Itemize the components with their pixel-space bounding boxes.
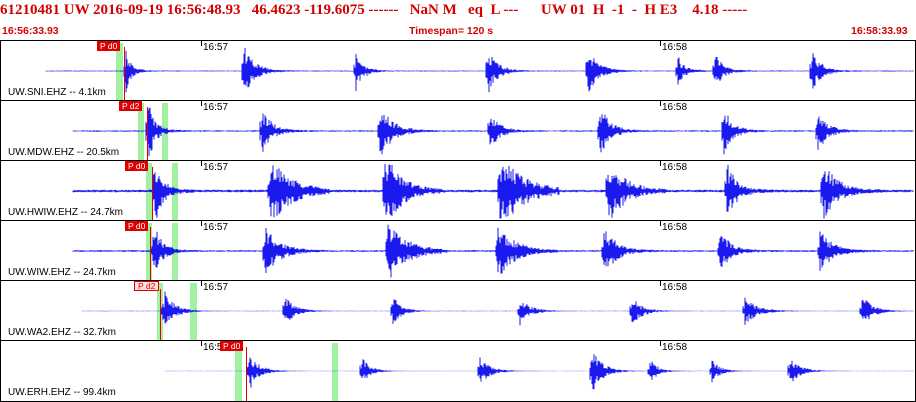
station-label: UW.HWIW.EHZ -- 24.7km	[8, 207, 123, 218]
station-label: UW.SNI.EHZ -- 4.1km	[8, 87, 106, 98]
waveform-path	[72, 164, 914, 219]
p-pick-line[interactable]	[124, 47, 125, 101]
time-tick	[660, 41, 661, 46]
time-tick-label: 16:58	[662, 42, 688, 53]
p-pick-flag[interactable]: P d0	[125, 221, 149, 231]
trace-panel[interactable]: 16:57 16:58 P d0 UW.SNI.EHZ -- 4.1km	[0, 40, 916, 101]
time-tick	[201, 161, 202, 166]
time-tick-label: 16:57	[203, 102, 229, 113]
p-pick-line[interactable]	[160, 289, 161, 341]
time-tick-label: 16:57	[203, 222, 229, 233]
end-time: 16:58:33.93	[851, 25, 908, 37]
p-pick-line[interactable]	[152, 167, 153, 221]
time-tick	[660, 341, 661, 346]
waveform-path	[45, 48, 914, 93]
waveform-trace[interactable]	[0, 341, 916, 401]
time-tick-label: 16:58	[662, 222, 688, 233]
waveform-path	[81, 291, 914, 326]
p-pick-line[interactable]	[150, 227, 151, 281]
event-summary: 61210481 UW 2016-09-19 16:56:48.93 46.46…	[0, 2, 748, 18]
station-label: UW.ERH.EHZ -- 99.4km	[8, 387, 116, 398]
start-time: 16:56:33.93	[2, 25, 59, 37]
p-pick-flag[interactable]: P d0	[125, 161, 149, 171]
waveform-trace[interactable]	[0, 41, 916, 101]
waveform-path	[72, 107, 914, 157]
trace-panel[interactable]: 16:57 16:58 P d2 UW.MDW.EHZ -- 20.5km	[0, 100, 916, 161]
time-tick-label: 16:58	[662, 162, 688, 173]
trace-panel[interactable]: 16:57 16:58 P d2 UW.WA2.EHZ -- 32.7km	[0, 280, 916, 341]
time-tick	[660, 281, 661, 286]
waveform-path	[164, 354, 914, 390]
station-label: UW.WIW.EHZ -- 24.7km	[8, 267, 116, 278]
time-tick	[201, 221, 202, 226]
time-tick	[660, 161, 661, 166]
time-tick	[201, 341, 202, 346]
time-tick-label: 16:57	[203, 282, 229, 293]
p-pick-line[interactable]	[147, 107, 148, 161]
timespan-label: Timespan= 120 s	[409, 25, 494, 37]
time-tick-label: 16:57	[203, 162, 229, 173]
time-tick	[660, 101, 661, 106]
p-pick-flag[interactable]: P d2	[119, 101, 143, 111]
station-label: UW.MDW.EHZ -- 20.5km	[8, 147, 120, 158]
p-pick-line[interactable]	[246, 347, 247, 401]
time-tick-label: 16:58	[662, 342, 688, 353]
p-pick-flag[interactable]: P d0	[97, 41, 121, 51]
trace-panel[interactable]: 16:57 16:58 P d0 UW.ERH.EHZ -- 99.4km	[0, 340, 916, 402]
time-tick	[201, 101, 202, 106]
time-tick	[201, 281, 202, 286]
waveform-path	[72, 224, 914, 278]
p-pick-flag[interactable]: P d2	[134, 281, 160, 291]
trace-panel[interactable]: 16:57 16:58 P d0 UW.HWIW.EHZ -- 24.7km	[0, 160, 916, 221]
header-bar: 61210481 UW 2016-09-19 16:56:48.93 46.46…	[0, 0, 916, 40]
trace-panel[interactable]: 16:57 16:58 P d0 UW.WIW.EHZ -- 24.7km	[0, 220, 916, 281]
p-pick-flag[interactable]: P d0	[220, 341, 244, 351]
time-tick	[201, 41, 202, 46]
time-tick	[660, 221, 661, 226]
station-label: UW.WA2.EHZ -- 32.7km	[8, 327, 116, 338]
time-tick-label: 16:58	[662, 282, 688, 293]
time-tick-label: 16:57	[203, 42, 229, 53]
time-tick-label: 16:58	[662, 102, 688, 113]
